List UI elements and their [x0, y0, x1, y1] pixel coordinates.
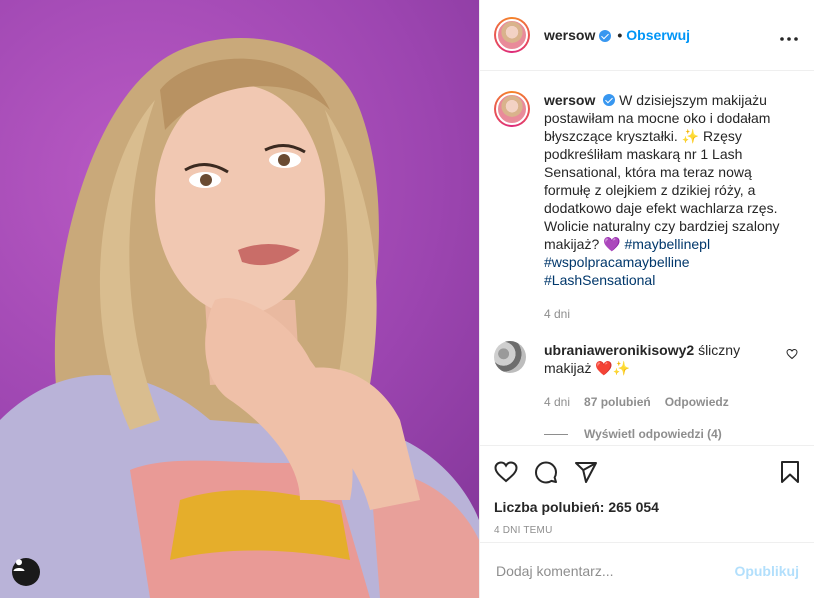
- comment-item: ubraniaweronikisowy2 śliczny makijaż ❤️✨…: [494, 341, 798, 409]
- comment-text: ubraniaweronikisowy2 śliczny makijaż ❤️✨: [544, 341, 764, 377]
- hashtag[interactable]: #LashSensational: [544, 272, 655, 288]
- follow-button[interactable]: Obserwuj: [626, 27, 690, 43]
- reply-button[interactable]: Odpowiedz: [665, 395, 729, 409]
- caption-age: 4 dni: [544, 307, 571, 321]
- post-sidebar: wersow • Obserwuj wersow W dzisiejszym m…: [479, 0, 814, 598]
- post-header: wersow • Obserwuj: [480, 0, 814, 71]
- portrait-illustration: [0, 38, 479, 598]
- caption-body: W dzisiejszym makijażu postawiłam na moc…: [544, 92, 780, 252]
- caption-meta: 4 dni: [544, 307, 784, 321]
- heart-icon[interactable]: [494, 460, 518, 487]
- comment-icon[interactable]: [534, 460, 558, 487]
- publish-button[interactable]: Opublikuj: [734, 563, 799, 579]
- commenter-username[interactable]: ubraniaweronikisowy2: [544, 342, 694, 358]
- user-tag-icon: [13, 559, 25, 571]
- post-timestamp[interactable]: 4 DNI TEMU: [494, 525, 801, 536]
- view-replies-label: Wyświetl odpowiedzi (4): [584, 427, 722, 441]
- likes-count[interactable]: Liczba polubień: 265 054: [494, 499, 801, 515]
- share-icon[interactable]: [574, 460, 598, 487]
- author-username[interactable]: wersow: [544, 27, 595, 43]
- commenter-avatar[interactable]: [494, 341, 526, 373]
- action-icons: [494, 460, 801, 487]
- post-actions: Liczba polubień: 265 054 4 DNI TEMU: [480, 445, 814, 536]
- verified-icon: [599, 30, 612, 42]
- instagram-post: wersow • Obserwuj wersow W dzisiejszym m…: [0, 0, 814, 598]
- hashtag[interactable]: #maybellinepl: [624, 236, 710, 252]
- caption: wersow W dzisiejszym makijażu postawiłam…: [494, 91, 798, 321]
- author-avatar[interactable]: [494, 17, 530, 53]
- post-photo[interactable]: [0, 0, 479, 598]
- hashtag[interactable]: #wspolpracamaybelline: [544, 254, 690, 270]
- comment-input[interactable]: Dodaj komentarz...: [496, 563, 734, 579]
- separator-dot: •: [617, 27, 623, 43]
- caption-text: wersow W dzisiejszym makijażu postawiłam…: [544, 91, 784, 289]
- user-tag-button[interactable]: [12, 558, 40, 586]
- comment-meta: 4 dni 87 polubień Odpowiedz: [544, 395, 764, 409]
- verified-icon: [603, 94, 616, 106]
- heart-icon[interactable]: [786, 347, 798, 409]
- comment-age: 4 dni: [544, 395, 571, 409]
- view-replies-button[interactable]: Wyświetl odpowiedzi (4): [544, 427, 798, 441]
- more-icon[interactable]: [780, 25, 798, 45]
- save-icon[interactable]: [779, 460, 801, 487]
- comment-likes[interactable]: 87 polubień: [584, 395, 651, 409]
- comments-section: wersow W dzisiejszym makijażu postawiłam…: [480, 71, 814, 444]
- replies-divider: [544, 433, 568, 435]
- caption-username[interactable]: wersow: [544, 92, 595, 108]
- caption-avatar[interactable]: [494, 91, 530, 127]
- add-comment-bar: Dodaj komentarz... Opublikuj: [480, 542, 814, 598]
